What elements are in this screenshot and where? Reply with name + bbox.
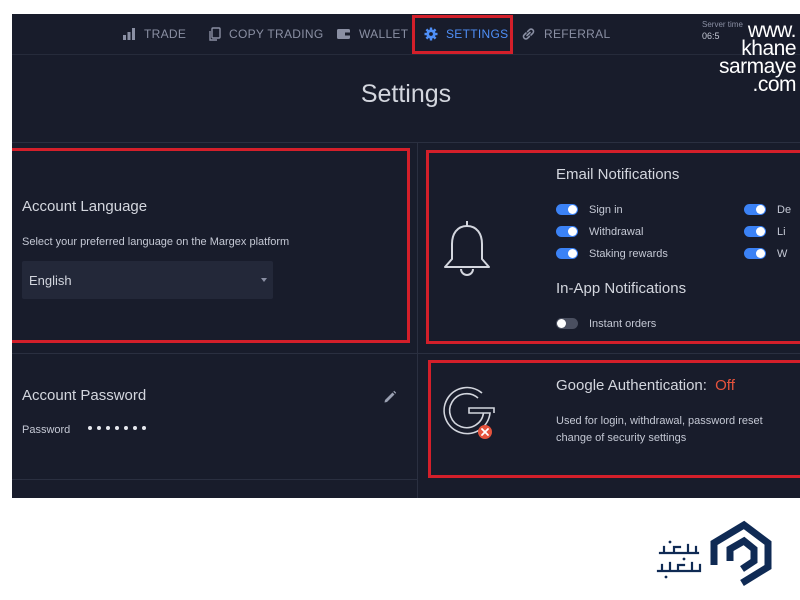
language-select[interactable]: English [22,261,273,299]
link-icon [521,27,536,41]
google-authentication-description-2: change of security settings [556,432,687,444]
google-authentication-description-1: Used for login, withdrawal, password res… [556,415,763,427]
bell-icon [440,217,494,284]
nav-wallet[interactable]: WALLET [336,23,408,45]
nav-copy-trading-label: COPY TRADING [229,27,324,41]
nav-referral[interactable]: REFERRAL [521,23,610,45]
password-label: Password [22,424,71,436]
password-masked-value [88,426,146,430]
divider-vertical [417,142,418,498]
chevron-down-icon [261,278,267,282]
toggle-staking-rewards-label: Staking rewards [589,248,668,260]
wallet-icon [336,28,351,40]
inapp-notifications-title: In-App Notifications [556,280,687,297]
toggle-deposit[interactable] [744,204,766,215]
toggle-staking-rewards[interactable] [556,248,578,259]
toggle-liquidation[interactable] [744,226,766,237]
nav-trade[interactable]: TRADE [122,23,186,45]
top-navigation: TRADE COPY TRADING WALLET SETTINGS REFER… [12,14,800,95]
divider-middle [12,353,800,354]
email-notifications-title: Email Notifications [556,166,680,183]
google-authentication-label: Google Authentication: [556,377,707,394]
toggle-sign-in-label: Sign in [589,204,623,216]
bar-chart-icon [122,28,136,40]
google-authentication-title: Google Authentication: Off [556,377,735,394]
google-icon [437,379,499,446]
nav-settings-label: SETTINGS [446,27,509,41]
nav-referral-label: REFERRAL [544,27,611,41]
account-password-title: Account Password [22,387,147,404]
account-language-description: Select your preferred language on the Ma… [22,236,290,248]
app-window: TRADE COPY TRADING WALLET SETTINGS REFER… [12,14,800,498]
copy-icon [208,27,221,41]
toggle-w-label: W [777,248,788,260]
divider-top [12,142,800,143]
divider-bottom [12,479,417,480]
toggle-instant-orders-label: Instant orders [589,318,657,330]
toggle-sign-in[interactable] [556,204,578,215]
toggle-w[interactable] [744,248,766,259]
nav-copy-trading[interactable]: COPY TRADING [208,23,324,45]
toggle-deposit-label: De [777,204,792,216]
nav-trade-label: TRADE [144,27,187,41]
nav-wallet-label: WALLET [359,27,409,41]
site-logo [640,505,790,595]
account-language-title: Account Language [22,198,148,215]
gear-icon [424,27,438,41]
google-authentication-status[interactable]: Off [715,377,735,394]
page-title: Settings [360,80,452,108]
toggle-liquidation-label: Li [777,226,786,238]
toggle-withdrawal-label: Withdrawal [589,226,644,238]
toggle-withdrawal[interactable] [556,226,578,237]
pencil-icon[interactable] [383,390,397,409]
language-select-value: English [29,272,72,288]
toggle-instant-orders[interactable] [556,318,578,329]
nav-settings[interactable]: SETTINGS [424,23,508,45]
